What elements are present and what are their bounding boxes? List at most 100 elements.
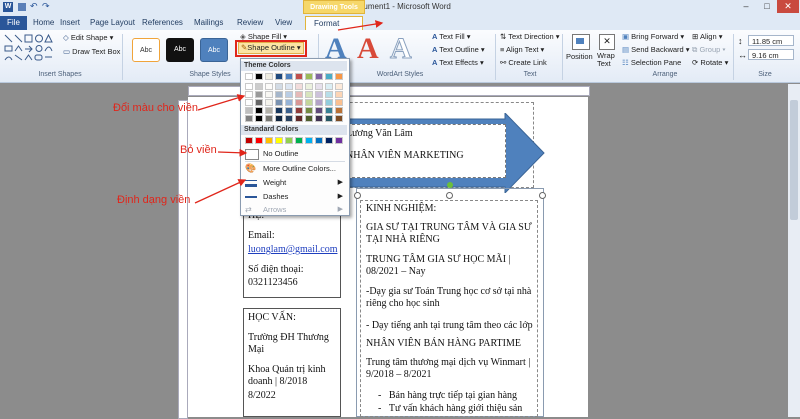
height-input[interactable]: 11.85 cm [748,35,794,46]
scrollbar-thumb[interactable] [790,100,798,220]
theme-color-swatch[interactable] [245,115,253,122]
standard-color-row[interactable] [245,137,345,145]
theme-color-swatch[interactable] [255,83,263,90]
theme-color-swatch[interactable] [255,107,263,114]
redo-icon[interactable]: ↷ [42,1,50,12]
theme-color-swatch[interactable] [285,73,293,80]
theme-color-swatch[interactable] [285,115,293,122]
theme-color-swatch[interactable] [325,107,333,114]
theme-color-swatch[interactable] [265,91,273,98]
wordart-style-red-icon[interactable]: A [357,32,379,66]
resize-handle[interactable] [446,192,453,199]
width-input[interactable]: 9.16 cm [748,49,794,60]
tab-home[interactable]: Home [33,16,54,30]
align-text-button[interactable]: ≡ Align Text ▾ [500,45,544,54]
text-direction-button[interactable]: ⇅ Text Direction ▾ [500,32,560,41]
minimize-button[interactable]: – [735,0,757,13]
tab-file[interactable]: File [0,16,27,30]
shape-style-black[interactable]: Abc [166,38,194,62]
theme-color-swatch[interactable] [265,107,273,114]
theme-color-swatch[interactable] [315,83,323,90]
theme-color-swatch[interactable] [245,107,253,114]
theme-color-swatch[interactable] [265,115,273,122]
standard-color-swatch[interactable] [265,137,273,144]
shape-style-blue[interactable]: Abc [200,38,228,62]
theme-color-swatch[interactable] [335,73,343,80]
theme-color-swatch[interactable] [315,73,323,80]
tab-mailings[interactable]: Mailings [194,16,223,30]
theme-color-swatch[interactable] [315,99,323,106]
theme-color-swatch[interactable] [285,91,293,98]
theme-color-swatch[interactable] [305,83,313,90]
wrap-text-button[interactable]: Wrap Text [597,52,621,68]
theme-color-swatch[interactable] [285,107,293,114]
send-backward-button[interactable]: ▤ Send Backward ▾ [622,45,690,54]
theme-color-swatch[interactable] [255,73,263,80]
create-link-button[interactable]: ⚯ Create Link [500,58,547,67]
theme-color-swatch[interactable] [275,83,283,90]
maximize-button[interactable]: □ [756,0,778,13]
tab-format[interactable]: Format [305,16,363,30]
theme-color-swatch[interactable] [275,73,283,80]
theme-color-swatch[interactable] [245,99,253,106]
theme-color-swatch[interactable] [295,83,303,90]
theme-color-swatch[interactable] [285,99,293,106]
text-fill-button[interactable]: A Text Fill ▾ [432,32,471,41]
standard-color-swatch[interactable] [325,137,333,144]
theme-color-swatch[interactable] [295,115,303,122]
theme-color-swatch[interactable] [245,73,253,80]
theme-color-swatch[interactable] [325,91,333,98]
selection-pane-button[interactable]: ☷ Selection Pane [622,58,681,67]
draw-text-box-button[interactable]: ▭ Draw Text Box [63,47,120,56]
theme-color-swatch[interactable] [325,73,333,80]
theme-color-grid[interactable] [245,73,345,131]
dashes-item[interactable]: Dashes ▶ [245,190,345,203]
tab-review[interactable]: Review [237,16,263,30]
resize-handle[interactable] [354,192,361,199]
no-outline-item[interactable]: No Outline [245,147,345,160]
theme-color-swatch[interactable] [285,83,293,90]
theme-color-swatch[interactable] [335,83,343,90]
tab-view[interactable]: View [275,16,292,30]
weight-item[interactable]: Weight ▶ [245,176,345,189]
theme-color-swatch[interactable] [275,115,283,122]
theme-color-swatch[interactable] [315,91,323,98]
wordart-style-outline-icon[interactable]: A [390,32,413,66]
bring-forward-button[interactable]: ▣ Bring Forward ▾ [622,32,684,41]
email-link[interactable]: luonglam@gmail.com [248,244,337,256]
save-icon[interactable] [18,3,26,11]
theme-color-swatch[interactable] [265,73,273,80]
shapes-gallery[interactable] [3,33,57,63]
group-button[interactable]: ⧉ Group ▾ [692,45,726,55]
more-outline-colors-item[interactable]: 🎨 More Outline Colors... [245,162,345,175]
theme-color-swatch[interactable] [255,115,263,122]
undo-icon[interactable]: ↶ [30,1,38,12]
standard-color-swatch[interactable] [255,137,263,144]
theme-color-swatch[interactable] [255,91,263,98]
theme-color-swatch[interactable] [305,115,313,122]
edit-shape-button[interactable]: ◇ Edit Shape ▾ [63,33,113,42]
theme-color-swatch[interactable] [265,83,273,90]
theme-color-swatch[interactable] [335,107,343,114]
text-outline-button[interactable]: A Text Outline ▾ [432,45,485,54]
theme-color-swatch[interactable] [335,99,343,106]
theme-color-swatch[interactable] [265,99,273,106]
tab-page-layout[interactable]: Page Layout [90,16,135,30]
theme-color-swatch[interactable] [295,91,303,98]
theme-color-swatch[interactable] [315,107,323,114]
standard-color-swatch[interactable] [335,137,343,144]
theme-color-swatch[interactable] [335,91,343,98]
theme-color-swatch[interactable] [325,83,333,90]
shape-style-white[interactable]: Abc [132,38,160,62]
theme-color-swatch[interactable] [305,73,313,80]
position-button[interactable]: Position [566,52,593,61]
standard-color-swatch[interactable] [295,137,303,144]
theme-color-swatch[interactable] [275,91,283,98]
close-button[interactable]: ✕ [777,0,799,13]
standard-color-swatch[interactable] [315,137,323,144]
rotate-handle[interactable] [447,182,453,188]
text-effects-button[interactable]: A Text Effects ▾ [432,58,484,67]
theme-color-swatch[interactable] [325,115,333,122]
theme-color-swatch[interactable] [325,99,333,106]
theme-color-swatch[interactable] [275,107,283,114]
